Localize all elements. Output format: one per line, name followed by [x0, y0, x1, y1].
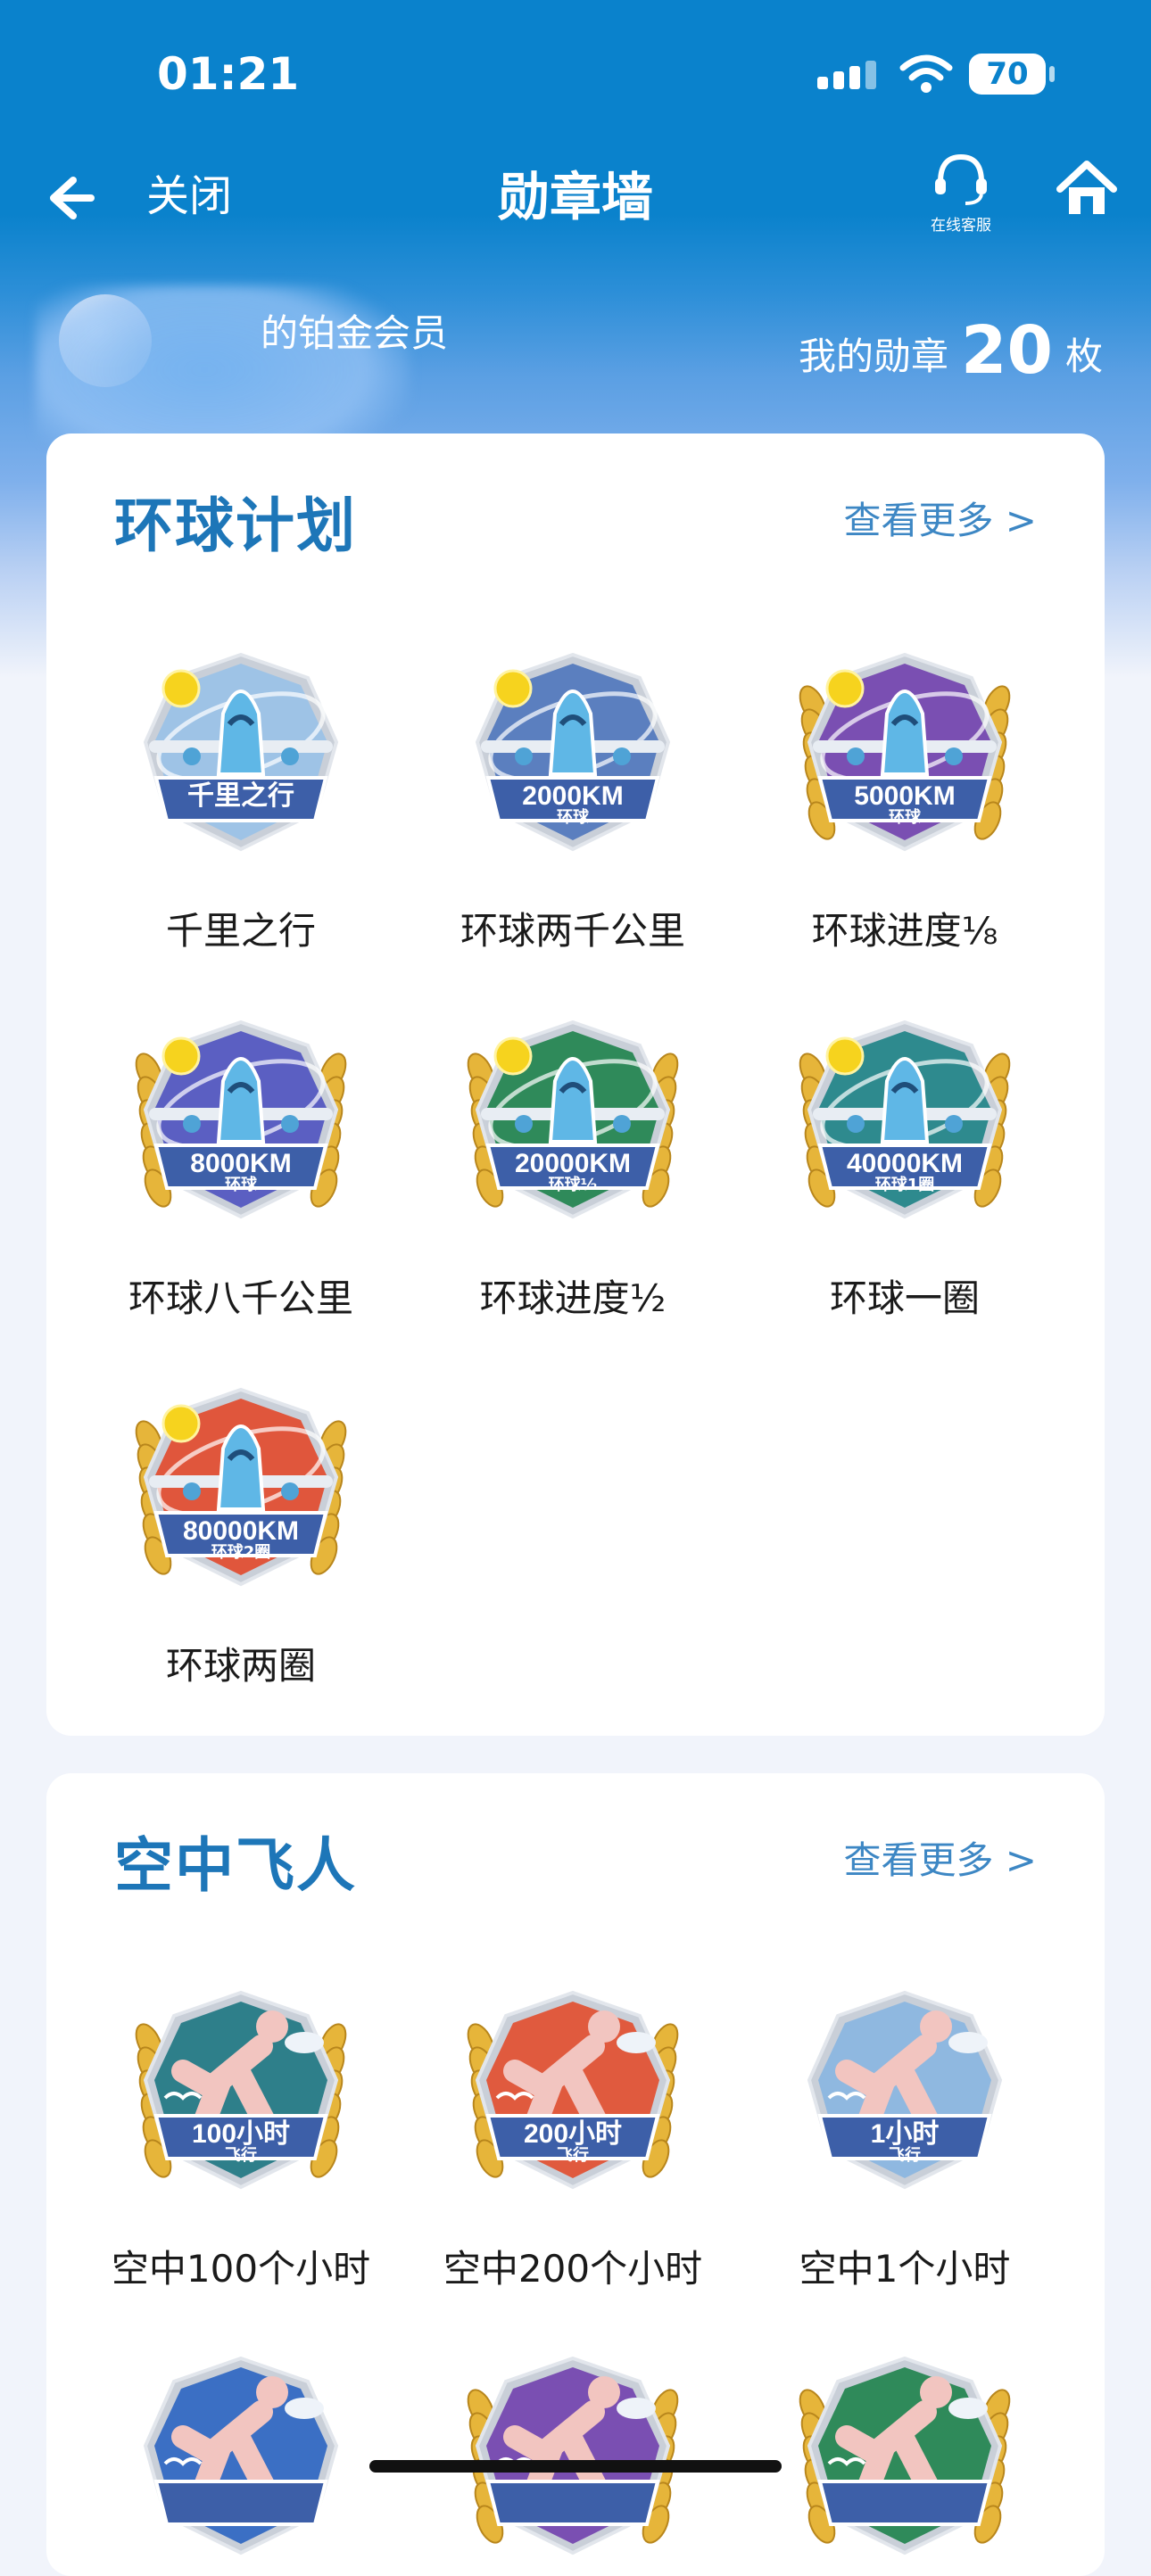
flying-man-badge-icon	[143, 2356, 339, 2555]
svg-text:环球: 环球	[225, 1176, 258, 1194]
svg-text:环球1圈: 环球1圈	[875, 1176, 935, 1194]
flying-man-badge-icon	[799, 2356, 1011, 2555]
badge-name: 环球进度½	[479, 1276, 667, 1320]
svg-text:100小时: 100小时	[192, 2119, 290, 2149]
view-more-link[interactable]: 查看更多 >	[843, 1830, 1037, 1885]
headset-icon	[935, 153, 987, 205]
badge-count-unit: 枚	[1064, 334, 1103, 378]
flying-man-badge-icon: 1小时飞行	[807, 1990, 1003, 2190]
svg-text:飞行: 飞行	[557, 2145, 589, 2165]
badge-name: 环球一圈	[829, 1276, 980, 1320]
airplane-badge-icon: 5000KM环球	[799, 652, 1011, 852]
svg-text:40000KM: 40000KM	[847, 1149, 963, 1178]
badge-name: 环球进度⅛	[811, 909, 998, 953]
badge-count-prefix: 我的勋章	[798, 334, 948, 378]
svg-text:2000KM: 2000KM	[522, 781, 623, 811]
badge-count: 我的勋章 20 枚	[799, 312, 1103, 389]
battery-icon: 70	[969, 54, 1055, 95]
member-info: 的铂金会员	[36, 285, 589, 473]
svg-text:80000KM: 80000KM	[183, 1516, 299, 1546]
badge-name: 空中100个小时	[111, 2247, 371, 2291]
member-level-text: 的铂金会员	[261, 311, 449, 355]
home-indicator	[369, 2460, 782, 2473]
airplane-badge-icon: 80000KM环球2圈	[135, 1387, 347, 1587]
airplane-badge-icon: 2000KM环球	[475, 652, 671, 852]
svg-text:环球2圈: 环球2圈	[211, 1543, 271, 1562]
flying-man-badge-icon: 200小时飞行	[467, 1990, 679, 2190]
badge-item[interactable]: 5000KM 环球环球进度⅛	[739, 642, 1071, 955]
badge-item[interactable]: 20000KM 环球½ 环球进度½	[407, 1010, 739, 1323]
badge-item[interactable]	[75, 2346, 407, 2569]
badge-item[interactable]: 80000KM 环球2圈环球两圈	[75, 1377, 407, 1690]
section-title: 环球计划	[114, 491, 357, 560]
airplane-badge-icon: 8000KM环球	[135, 1020, 347, 1219]
badge-name: 环球两圈	[165, 1644, 316, 1688]
wifi-icon	[899, 54, 953, 93]
badge-item[interactable]: 100小时 飞行空中100个小时	[75, 1980, 407, 2293]
flying-man-badge-icon: 100小时飞行	[135, 1990, 347, 2190]
badge-item[interactable]: 千里之行 千里之行	[75, 642, 407, 955]
badge-item[interactable]: 1小时 飞行空中1个小时	[739, 1980, 1071, 2293]
section-title: 空中飞人	[114, 1831, 357, 1900]
customer-service-label: 在线客服	[931, 217, 991, 235]
view-more-link[interactable]: 查看更多 >	[843, 491, 1037, 545]
home-icon[interactable]	[1053, 155, 1121, 223]
badge-name: 空中1个小时	[799, 2247, 1011, 2291]
svg-text:1小时: 1小时	[871, 2119, 940, 2149]
badge-item[interactable]: 2000KM 环球环球两千公里	[407, 642, 739, 955]
status-bar: 01:21 70	[0, 0, 1151, 152]
badge-item[interactable]: 40000KM 环球1圈环球一圈	[739, 1010, 1071, 1323]
badge-item[interactable]	[739, 2346, 1071, 2569]
svg-text:20000KM: 20000KM	[515, 1149, 631, 1178]
badge-item[interactable]: 200小时 飞行空中200个小时	[407, 1980, 739, 2293]
airplane-badge-icon: 20000KM环球½	[467, 1020, 679, 1219]
airplane-badge-icon: 40000KM环球1圈	[799, 1020, 1011, 1219]
status-time: 01:21	[157, 48, 300, 100]
airplane-badge-icon: 千里之行	[143, 652, 339, 852]
badge-item[interactable]	[407, 2346, 739, 2569]
cellular-signal-icon	[817, 61, 882, 89]
svg-text:环球½: 环球½	[549, 1176, 598, 1194]
svg-text:8000KM: 8000KM	[190, 1149, 291, 1178]
svg-text:飞行: 飞行	[889, 2145, 921, 2165]
navigation-bar: 关闭 勋章墙 在线客服	[0, 152, 1151, 250]
badge-count-number: 20	[961, 312, 1053, 389]
flying-man-badge-icon	[467, 2356, 679, 2555]
svg-text:环球: 环球	[889, 808, 922, 827]
badge-name: 环球两千公里	[460, 909, 685, 953]
badge-name: 千里之行	[165, 909, 316, 953]
svg-text:5000KM: 5000KM	[854, 781, 955, 811]
svg-text:飞行: 飞行	[225, 2145, 257, 2165]
badge-name: 环球八千公里	[128, 1276, 353, 1320]
svg-text:千里之行: 千里之行	[187, 780, 294, 811]
svg-text:200小时: 200小时	[524, 2119, 622, 2149]
badge-item[interactable]: 8000KM 环球环球八千公里	[75, 1010, 407, 1323]
badge-name: 空中200个小时	[443, 2247, 703, 2291]
svg-text:环球: 环球	[557, 808, 590, 827]
customer-service-button[interactable]: 在线客服	[921, 152, 1001, 235]
